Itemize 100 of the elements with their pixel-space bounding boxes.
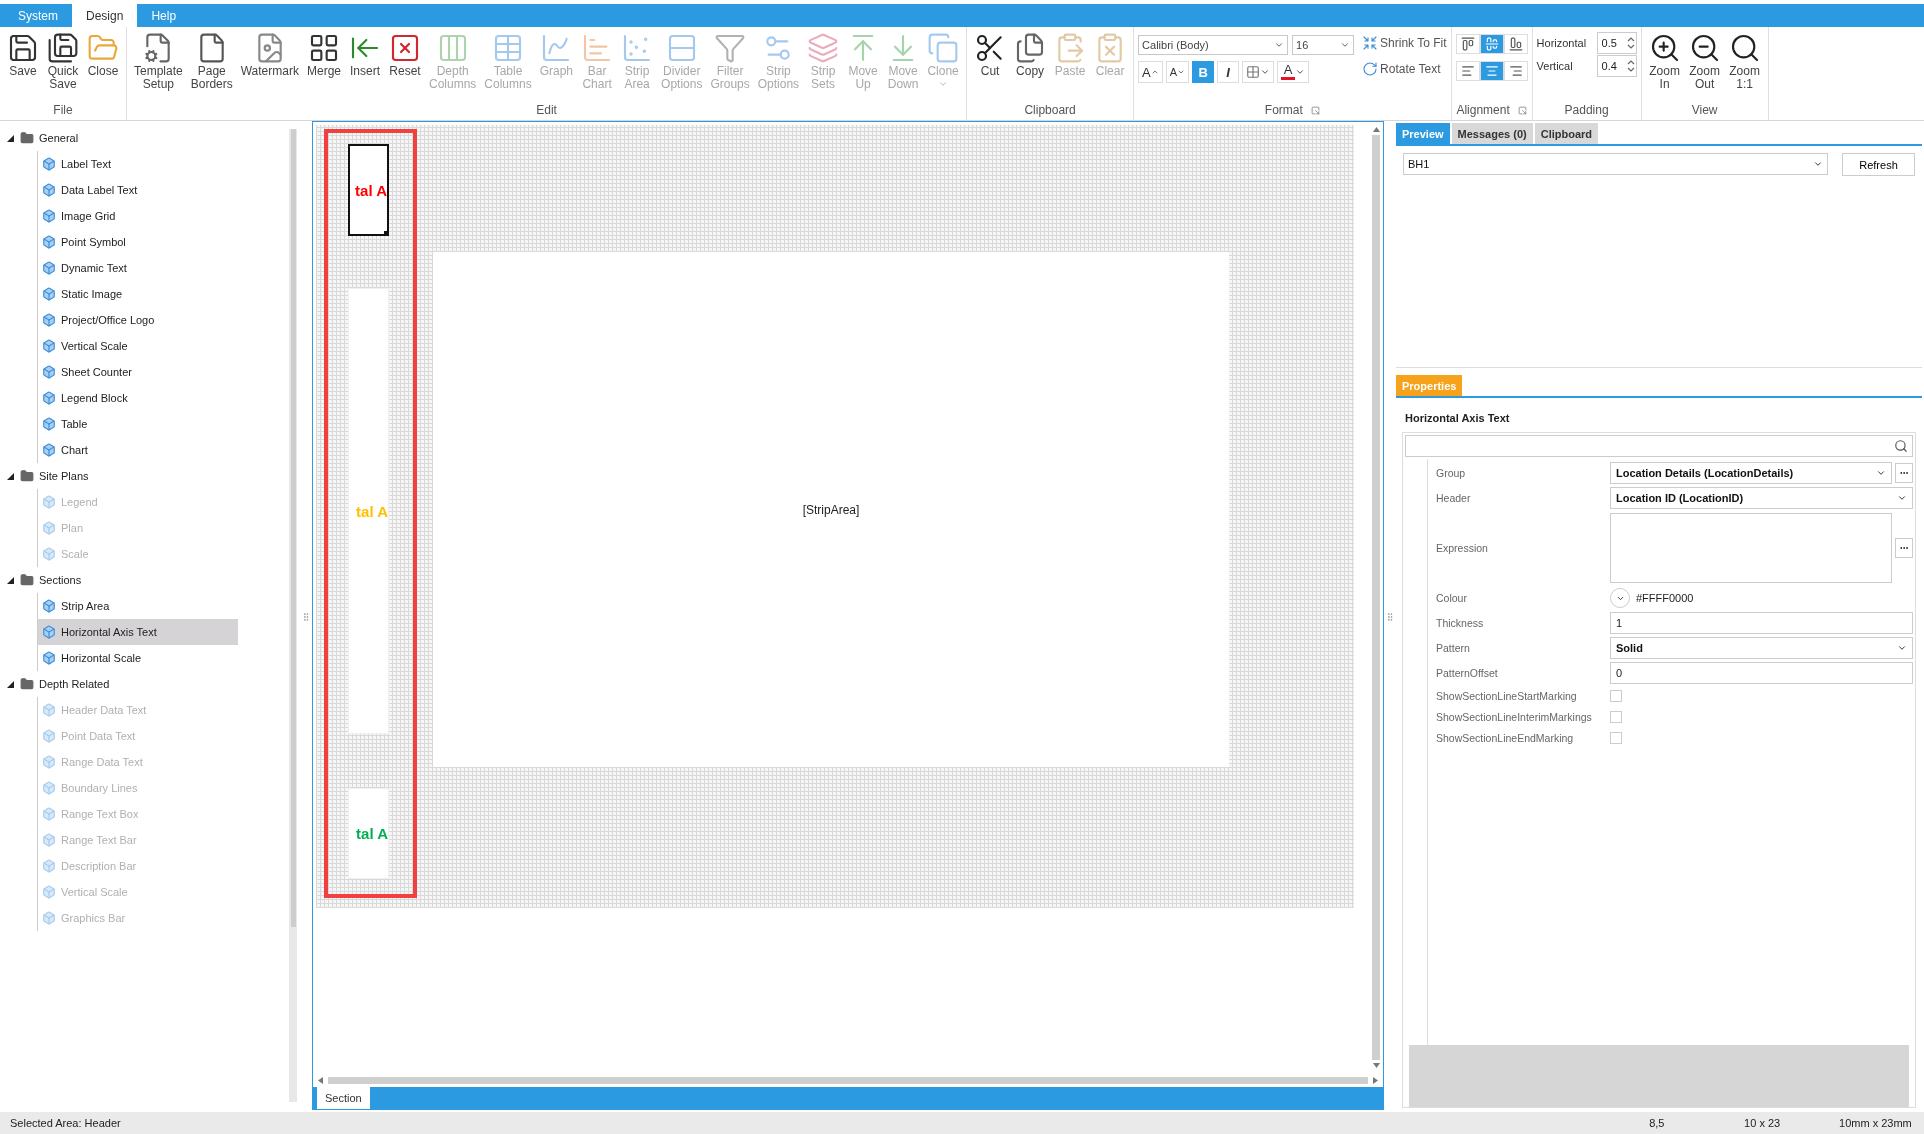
spin-arrows-icon[interactable] (1625, 58, 1636, 74)
group-label: Alignment (1456, 103, 1510, 117)
cube-icon (42, 781, 56, 795)
align-center-button[interactable] (1479, 61, 1504, 81)
property-combo[interactable]: Location Details (LocationDetails) (1610, 462, 1892, 484)
scroll-up-icon[interactable] (1372, 126, 1380, 133)
status-text: 8,5 (1649, 1117, 1666, 1129)
ribbon-button[interactable]: Zoom Out (1685, 30, 1724, 93)
property-combo[interactable]: Location ID (LocationID) (1610, 487, 1913, 509)
toolbox-item[interactable]: Dynamic Text (37, 255, 238, 281)
toolbox-item[interactable]: Static Image (37, 281, 238, 307)
expression-field[interactable] (1610, 513, 1892, 583)
ribbon-button[interactable]: Template Setup (131, 30, 186, 93)
font-family-combo[interactable]: Calibri (Body) (1138, 35, 1289, 55)
toolbox-item[interactable]: Label Text (37, 151, 238, 177)
panel-tab[interactable]: Messages (0) (1451, 123, 1533, 144)
rotate-icon (1362, 61, 1379, 77)
scroll-right-icon[interactable] (1372, 1076, 1379, 1084)
ribbon-button[interactable]: Zoom 1:1 (1725, 30, 1764, 93)
axis-text-element[interactable]: tal A (348, 144, 389, 236)
toolbox-item[interactable]: Chart (37, 437, 238, 463)
scrollbar[interactable] (328, 1076, 1368, 1084)
dialog-launcher-icon[interactable] (1310, 105, 1320, 115)
grow-font-button[interactable]: A (1138, 61, 1163, 83)
cube-icon (42, 703, 56, 717)
cube-icon (42, 859, 56, 873)
property-search-field[interactable] (1405, 435, 1913, 457)
property-field[interactable]: 0 (1610, 662, 1913, 684)
cube-icon (42, 261, 56, 275)
format-action-button[interactable]: Rotate Text (1362, 61, 1447, 77)
toolbox-item[interactable]: Legend Block (37, 385, 238, 411)
toolbox-item[interactable]: Point Symbol (37, 229, 238, 255)
checkbox[interactable] (1610, 711, 1622, 723)
ribbon-button[interactable]: Merge (303, 30, 344, 80)
splitter-grip-icon[interactable] (1385, 611, 1395, 622)
folder-icon (20, 677, 34, 691)
scroll-left-icon[interactable] (317, 1076, 324, 1084)
toolbox-item[interactable]: Project/Office Logo (37, 307, 238, 333)
status-text: 10mm x 23mm (1839, 1117, 1913, 1129)
more-button[interactable] (1895, 538, 1913, 558)
padding-spinner[interactable]: 0.5 (1596, 32, 1637, 54)
tree-group-label[interactable]: Depth Related (39, 678, 110, 690)
property-field[interactable]: 1 (1610, 612, 1913, 634)
ribbon-button[interactable]: Save (4, 30, 42, 80)
cube-icon (42, 807, 56, 821)
checkbox[interactable] (1610, 690, 1622, 702)
toolbox-item[interactable]: Horizontal Axis Text (37, 619, 238, 645)
toolbox-item[interactable]: Image Grid (37, 203, 238, 229)
expander-icon[interactable] (6, 679, 15, 689)
ribbon-button[interactable]: Close (84, 30, 122, 80)
tree-group-label[interactable]: Site Plans (39, 470, 89, 482)
ribbon-button[interactable]: Insert (346, 30, 384, 80)
refresh-button[interactable]: Refresh (1842, 153, 1915, 176)
ribbon-button[interactable]: Zoom In (1645, 30, 1684, 93)
toolbox-item[interactable]: Horizontal Scale (37, 645, 238, 671)
align-top-button[interactable] (1455, 34, 1480, 54)
expander-icon[interactable] (6, 133, 15, 143)
toolbox-item[interactable]: Sheet Counter (37, 359, 238, 385)
expander-icon[interactable] (6, 575, 15, 585)
font-colour-button[interactable]: A (1277, 61, 1310, 83)
section-tab[interactable]: Section (317, 1087, 370, 1109)
ribbon-button[interactable]: Copy (1011, 30, 1050, 80)
shrink-font-button[interactable]: A (1165, 61, 1190, 83)
tree-group-label[interactable]: Sections (39, 574, 82, 586)
strip-area[interactable]: [StripArea] (433, 252, 1229, 767)
toolbox-item[interactable]: Vertical Scale (37, 333, 238, 359)
scroll-down-icon[interactable] (1372, 1062, 1380, 1069)
property-combo[interactable]: Solid (1610, 637, 1913, 659)
format-action-button[interactable]: Shrink To Fit (1362, 35, 1447, 51)
scrollbar[interactable] (1372, 135, 1380, 1060)
align-right-button[interactable] (1503, 61, 1528, 81)
ribbon-button[interactable]: Quick Save (44, 30, 82, 93)
scrollbar[interactable] (289, 129, 297, 1102)
align-bottom-button[interactable] (1503, 34, 1528, 54)
toolbox-item[interactable]: Table (37, 411, 238, 437)
align-left-button[interactable] (1455, 61, 1480, 81)
property-label: Group (1435, 467, 1467, 479)
ribbon-button[interactable]: Watermark (237, 30, 302, 80)
cube-icon (42, 183, 56, 197)
panel-tab[interactable]: Clipboard (1534, 123, 1599, 144)
padding-spinner[interactable]: 0.4 (1596, 55, 1637, 77)
dialog-launcher-icon[interactable] (1517, 105, 1527, 115)
search-icon (1894, 439, 1908, 453)
font-size-combo[interactable]: 16 (1292, 35, 1355, 55)
design-grid[interactable]: tal A tal A tal A [StripArea] (316, 125, 1354, 908)
borehole-select[interactable]: BH1 (1403, 153, 1828, 175)
ribbon-button[interactable]: Page Borders (187, 30, 236, 93)
toolbox-item[interactable]: Data Label Text (37, 177, 238, 203)
more-button[interactable] (1895, 463, 1913, 483)
checkbox[interactable] (1610, 732, 1622, 744)
italic-button[interactable]: I (1217, 61, 1240, 83)
tree-group-label[interactable]: General (39, 132, 79, 144)
ribbon-button[interactable]: Reset (386, 30, 424, 80)
spin-arrows-icon[interactable] (1625, 35, 1636, 51)
align-middle-button[interactable] (1479, 34, 1504, 54)
expander-icon[interactable] (6, 471, 15, 481)
borders-button[interactable] (1242, 61, 1275, 83)
splitter-grip-icon[interactable] (301, 611, 311, 622)
menu-tab[interactable]: Design (72, 4, 138, 27)
ribbon-button[interactable]: Cut (971, 30, 1010, 80)
